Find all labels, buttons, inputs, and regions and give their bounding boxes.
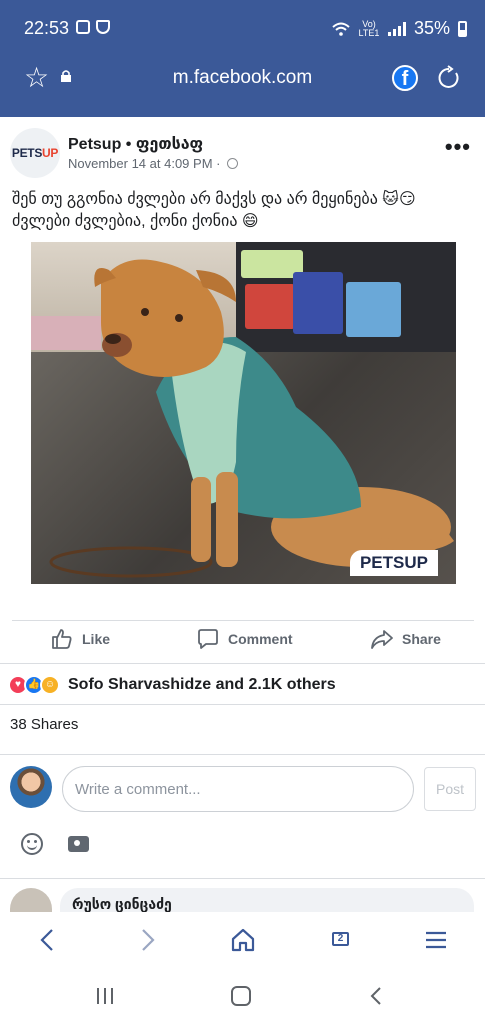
camera-icon[interactable] <box>68 836 89 852</box>
recent-apps-icon[interactable] <box>94 986 116 1006</box>
post-text: შენ თუ გგონია ძვლები არ მაქვს და არ მეყი… <box>12 191 416 230</box>
comment-label: Comment <box>228 631 293 647</box>
share-button[interactable]: Share <box>370 627 441 651</box>
wifi-icon <box>332 22 350 36</box>
share-label: Share <box>402 631 441 647</box>
divider <box>0 878 485 879</box>
browser-url-bar: ☆ m.facebook.com f <box>0 56 485 112</box>
shield-notification-icon <box>96 20 110 34</box>
signal-icon <box>387 21 406 36</box>
haha-reaction-icon: ☺ <box>40 675 60 695</box>
divider <box>0 663 485 664</box>
photo-watermark: PETSUP <box>349 550 438 576</box>
post-timestamp[interactable]: November 14 at 4:09 PM · <box>68 156 220 171</box>
like-button[interactable]: Like <box>50 627 110 651</box>
divider <box>12 620 474 621</box>
menu-icon[interactable] <box>422 926 450 954</box>
home-icon[interactable] <box>229 926 257 954</box>
comment-icon <box>198 629 218 649</box>
post-comment-button[interactable]: Post <box>424 767 476 811</box>
system-back-icon[interactable] <box>366 986 388 1006</box>
back-icon[interactable] <box>34 926 62 954</box>
browser-bottom-nav: 2 <box>0 912 485 968</box>
comment-author-avatar[interactable] <box>10 888 52 912</box>
more-icon[interactable]: ••• <box>445 134 471 160</box>
reload-icon[interactable] <box>436 65 462 91</box>
system-nav-bar <box>0 968 485 1024</box>
comment-button[interactable]: Comment <box>196 627 293 651</box>
divider <box>0 754 485 755</box>
tab-count: 2 <box>332 932 349 946</box>
divider <box>0 704 485 705</box>
post-photo[interactable]: PETSUP <box>31 242 456 594</box>
status-right: Vo) LTE1 35% <box>332 18 467 39</box>
post-header: PETSUP Petsup • ფეთსაფ November 14 at 4:… <box>0 128 485 178</box>
comment-input[interactable] <box>62 766 414 812</box>
forward-icon[interactable] <box>133 926 161 954</box>
battery-percent: 35% <box>413 18 450 38</box>
reactions-text: Sofo Sharvashidze and 2.1K others <box>68 676 336 693</box>
user-avatar <box>10 766 52 808</box>
page-avatar[interactable]: PETSUP <box>10 128 60 178</box>
gallery-notification-icon <box>76 20 90 34</box>
tabs-icon[interactable]: 2 <box>326 926 354 954</box>
top-bar: 22:53 Vo) LTE1 35% ☆ m.facebook.com f <box>0 0 485 117</box>
system-home-icon[interactable] <box>230 986 252 1006</box>
comment-author-name[interactable]: რუსო ცინცაძე <box>72 896 172 912</box>
reactions-summary[interactable]: ♥ 👍 ☺ Sofo Sharvashidze and 2.1K others <box>8 673 336 697</box>
status-time: 22:53 <box>24 18 70 38</box>
page-name[interactable]: Petsup • ფეთსაფ <box>68 134 203 154</box>
emoji-icon[interactable] <box>21 833 43 855</box>
share-icon <box>371 630 393 649</box>
like-label: Like <box>82 631 111 647</box>
battery-icon <box>458 20 467 37</box>
post-actions: Like Comment Share <box>0 625 485 659</box>
dog-illustration <box>31 250 454 578</box>
comment-bubble: რუსო ცინცაძე <box>60 888 474 912</box>
shares-count[interactable]: 38 Shares <box>10 716 78 733</box>
globe-icon <box>227 158 239 169</box>
notification-icons <box>76 20 110 34</box>
network-label: Vo) LTE1 <box>358 18 380 38</box>
facebook-icon[interactable]: f <box>392 65 418 91</box>
post-meta: November 14 at 4:09 PM · <box>68 156 239 171</box>
like-icon <box>52 629 72 649</box>
status-bar: 22:53 Vo) LTE1 35% <box>0 0 485 56</box>
